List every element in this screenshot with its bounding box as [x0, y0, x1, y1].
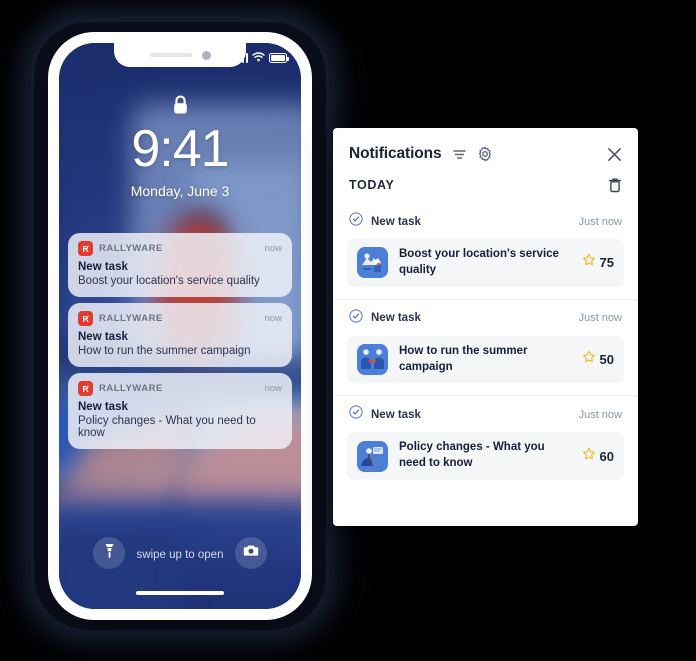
lock-screen-notification-list: RALLYWARE now New task Boost your locati…	[68, 233, 292, 449]
panel-title: Notifications	[349, 145, 442, 162]
notification-group: New task Just now How to run the summer	[333, 298, 638, 384]
notification-group-time: Just now	[578, 215, 622, 228]
rallyware-app-icon	[78, 381, 93, 396]
task-thumbnail-icon	[357, 440, 388, 472]
notification-group-header: New task Just now	[347, 300, 624, 336]
notification-group-time: Just now	[578, 312, 622, 325]
notification-time: now	[264, 313, 282, 324]
notification-title: New task	[78, 331, 128, 343]
today-section-header: TODAY	[333, 169, 638, 203]
phone-device: 9:41 Monday, June 3 RALLYWARE now New ta…	[48, 32, 312, 620]
task-thumbnail-icon	[357, 247, 388, 279]
task-title: How to run the summer campaign	[399, 344, 528, 373]
star-icon	[582, 253, 596, 272]
rallyware-app-icon	[78, 311, 93, 326]
close-icon[interactable]	[607, 147, 622, 162]
phone-lock-screen[interactable]: 9:41 Monday, June 3 RALLYWARE now New ta…	[59, 43, 301, 609]
check-circle-icon	[349, 309, 363, 328]
notification-body: Policy changes - What you need to know	[78, 415, 256, 439]
lock-notification-item[interactable]: RALLYWARE now New task Policy changes - …	[68, 373, 292, 449]
task-points: 75	[599, 255, 614, 271]
task-card[interactable]: Boost your location's service quality 75	[347, 239, 624, 287]
task-score: 75	[582, 253, 614, 272]
front-camera-icon	[201, 50, 211, 60]
notification-group: New task Just now Boost your location's	[333, 203, 638, 287]
lock-icon-row	[59, 95, 301, 121]
check-circle-icon	[349, 405, 363, 424]
check-circle-icon	[349, 212, 363, 231]
filter-icon[interactable]	[452, 147, 467, 162]
task-title: Boost your location's service quality	[399, 248, 559, 276]
notification-header: RALLYWARE now	[78, 311, 282, 326]
notification-title: New task	[78, 401, 128, 413]
notification-group-header: New task Just now	[347, 396, 624, 432]
notification-header: RALLYWARE now	[78, 241, 282, 256]
task-title: Policy changes - What you need to know	[399, 441, 545, 470]
lock-screen-time: 9:41	[131, 120, 229, 178]
status-bar	[233, 49, 289, 67]
notification-header: RALLYWARE now	[78, 381, 282, 396]
panel-header: Notifications	[333, 128, 638, 169]
notification-app-name: RALLYWARE	[99, 243, 163, 254]
lock-notification-item[interactable]: RALLYWARE now New task Boost your locati…	[68, 233, 292, 297]
task-score: 50	[582, 350, 614, 369]
task-points: 60	[599, 448, 614, 464]
notification-groups: New task Just now Boost your location's	[333, 203, 638, 526]
notification-group-time: Just now	[578, 408, 622, 421]
earpiece-speaker-icon	[149, 53, 192, 57]
task-card[interactable]: How to run the summer campaign 50	[347, 335, 624, 384]
notifications-panel: Notifications TODAY New task Just now Bo…	[333, 128, 638, 526]
notification-group-title: New task	[371, 408, 421, 421]
task-score: 60	[582, 447, 614, 466]
notification-time: now	[264, 383, 282, 394]
cellular-signal-icon	[233, 53, 248, 63]
notification-time: now	[264, 243, 282, 254]
lock-screen-bottom-bar: swipe up to open	[59, 527, 301, 609]
home-indicator[interactable]	[136, 590, 224, 595]
battery-full-icon	[269, 53, 289, 63]
task-card[interactable]: Policy changes - What you need to know 6…	[347, 432, 624, 481]
star-icon	[582, 350, 596, 369]
wifi-icon	[252, 49, 265, 67]
task-thumbnail-icon	[357, 344, 388, 376]
gear-icon[interactable]	[477, 146, 493, 162]
notification-app-name: RALLYWARE	[99, 313, 163, 324]
camera-icon	[243, 544, 259, 562]
notification-group-title: New task	[371, 215, 421, 228]
section-label: TODAY	[349, 178, 395, 192]
task-points: 50	[599, 352, 614, 368]
notification-group-header: New task Just now	[347, 203, 624, 239]
notification-group-title: New task	[371, 312, 421, 325]
star-icon	[582, 447, 596, 466]
lock-screen-date: Monday, June 3	[130, 183, 230, 199]
lock-closed-icon	[172, 95, 189, 121]
phone-notch	[114, 43, 246, 67]
notification-body: How to run the summer campaign	[78, 345, 251, 357]
notification-body: Boost your location's service quality	[78, 275, 260, 287]
notification-group: New task Just now Policy changes - What	[333, 395, 638, 481]
trash-icon[interactable]	[608, 177, 622, 193]
camera-button[interactable]	[235, 537, 267, 569]
notification-app-name: RALLYWARE	[99, 383, 163, 394]
lock-notification-item[interactable]: RALLYWARE now New task How to run the su…	[68, 303, 292, 367]
rallyware-app-icon	[78, 241, 93, 256]
notification-title: New task	[78, 261, 128, 273]
